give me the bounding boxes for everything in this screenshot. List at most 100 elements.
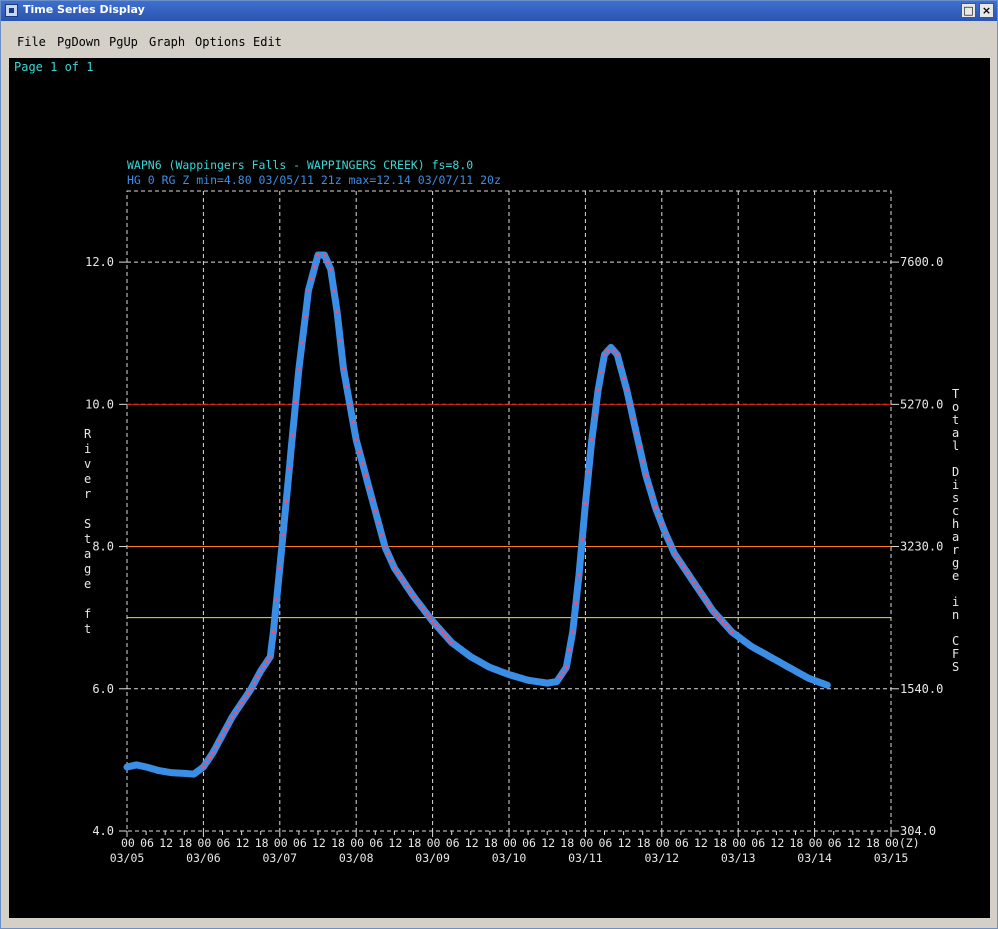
data-point: [695, 585, 699, 589]
data-point: [322, 253, 326, 257]
data-point: [577, 573, 581, 577]
stage-series: [123, 251, 831, 778]
y2-axis-label: TotalDischargeinCFS: [952, 387, 959, 674]
hour-label: 00: [121, 836, 135, 850]
y-axis-label: RiverStageft: [84, 427, 92, 636]
data-point: [351, 420, 355, 424]
hour-label: 18: [331, 836, 345, 850]
maximize-button[interactable]: □: [961, 3, 976, 18]
data-point: [236, 706, 240, 710]
data-point: [405, 585, 409, 589]
data-point: [704, 599, 709, 603]
data-point: [698, 590, 702, 594]
data-point: [599, 370, 603, 374]
data-point: [720, 619, 724, 623]
y-tick-label: 8.0: [92, 540, 114, 554]
data-point: [688, 575, 693, 580]
data-point: [590, 438, 594, 442]
hour-label: 00: [350, 836, 364, 850]
page-label: Page 1 of 1: [14, 60, 93, 74]
data-point: [243, 696, 247, 700]
close-button[interactable]: ×: [979, 3, 994, 18]
data-point: [361, 462, 365, 466]
data-point: [214, 745, 218, 749]
status-bar: [4, 919, 994, 927]
data-point: [233, 710, 237, 715]
hour-label: 00: [656, 836, 670, 850]
data-point: [618, 364, 623, 368]
data-point: [676, 556, 680, 560]
menu-file[interactable]: File: [17, 35, 46, 49]
menu-options[interactable]: Options: [195, 35, 246, 49]
data-point: [332, 289, 336, 293]
data-point: [224, 727, 228, 731]
data-point: [446, 637, 451, 641]
data-point: [622, 376, 626, 380]
menu-pgup[interactable]: PgUp: [109, 35, 138, 49]
window-icon[interactable]: [5, 4, 18, 17]
data-point: [217, 739, 221, 743]
data-point: [634, 431, 638, 435]
hour-label: 06: [751, 836, 765, 850]
data-point: [338, 338, 342, 342]
hour-label: 12: [236, 836, 250, 850]
data-point: [602, 353, 607, 357]
plot-area[interactable]: Page 1 of 1 WAPN6 (Wappingers Falls - WA…: [9, 58, 990, 918]
data-point: [558, 675, 562, 679]
data-point: [306, 289, 310, 293]
menu-pgdown[interactable]: PgDown: [57, 35, 100, 49]
data-point: [396, 571, 400, 575]
hour-label: 12: [159, 836, 173, 850]
data-point: [399, 575, 403, 580]
data-point: [357, 450, 361, 454]
hour-label: 18: [790, 836, 804, 850]
menu-graph[interactable]: Graph: [149, 35, 185, 49]
data-point: [669, 545, 674, 549]
hour-label: 12: [770, 836, 784, 850]
y-tick-label: 4.0: [92, 824, 114, 838]
data-point: [561, 670, 565, 674]
data-point: [701, 594, 705, 598]
data-point: [672, 552, 677, 556]
hour-label: 12: [847, 836, 861, 850]
hour-label: 12: [541, 836, 555, 850]
hour-label: 00: [579, 836, 593, 850]
data-point: [723, 623, 728, 627]
data-point: [637, 445, 642, 449]
data-point: [431, 619, 435, 623]
hour-label: 06: [446, 836, 460, 850]
data-point: [653, 505, 658, 509]
data-point: [714, 612, 718, 616]
data-point: [367, 485, 371, 489]
y2-tick-label: 1540.0: [900, 682, 943, 696]
data-point: [313, 265, 317, 269]
y-tick-label: 12.0: [85, 255, 114, 269]
data-point: [682, 566, 686, 570]
data-point: [685, 571, 689, 575]
hour-label: 00: [197, 836, 211, 850]
data-point: [345, 385, 349, 389]
data-point: [434, 623, 438, 627]
date-label: 03/13: [721, 851, 756, 865]
data-point: [287, 466, 291, 470]
date-label: 03/08: [339, 851, 374, 865]
data-point: [252, 681, 256, 685]
data-point: [440, 630, 444, 634]
data-point: [666, 537, 670, 541]
hour-label: 12: [694, 836, 708, 850]
hour-label: 00: [809, 836, 823, 850]
title-bar[interactable]: Time Series Display □ ×: [1, 1, 997, 21]
data-point: [443, 633, 447, 638]
stage-line: [123, 251, 831, 778]
data-point: [647, 484, 651, 488]
date-label: 03/12: [644, 851, 679, 865]
data-point: [631, 417, 635, 421]
data-point: [310, 277, 314, 281]
data-point: [268, 655, 272, 659]
data-point: [376, 521, 381, 525]
data-point: [707, 604, 712, 608]
data-point: [583, 502, 588, 506]
time-series-chart[interactable]: Page 1 of 1 WAPN6 (Wappingers Falls - WA…: [9, 58, 990, 918]
menu-edit[interactable]: Edit: [253, 35, 282, 49]
data-point: [596, 388, 600, 392]
